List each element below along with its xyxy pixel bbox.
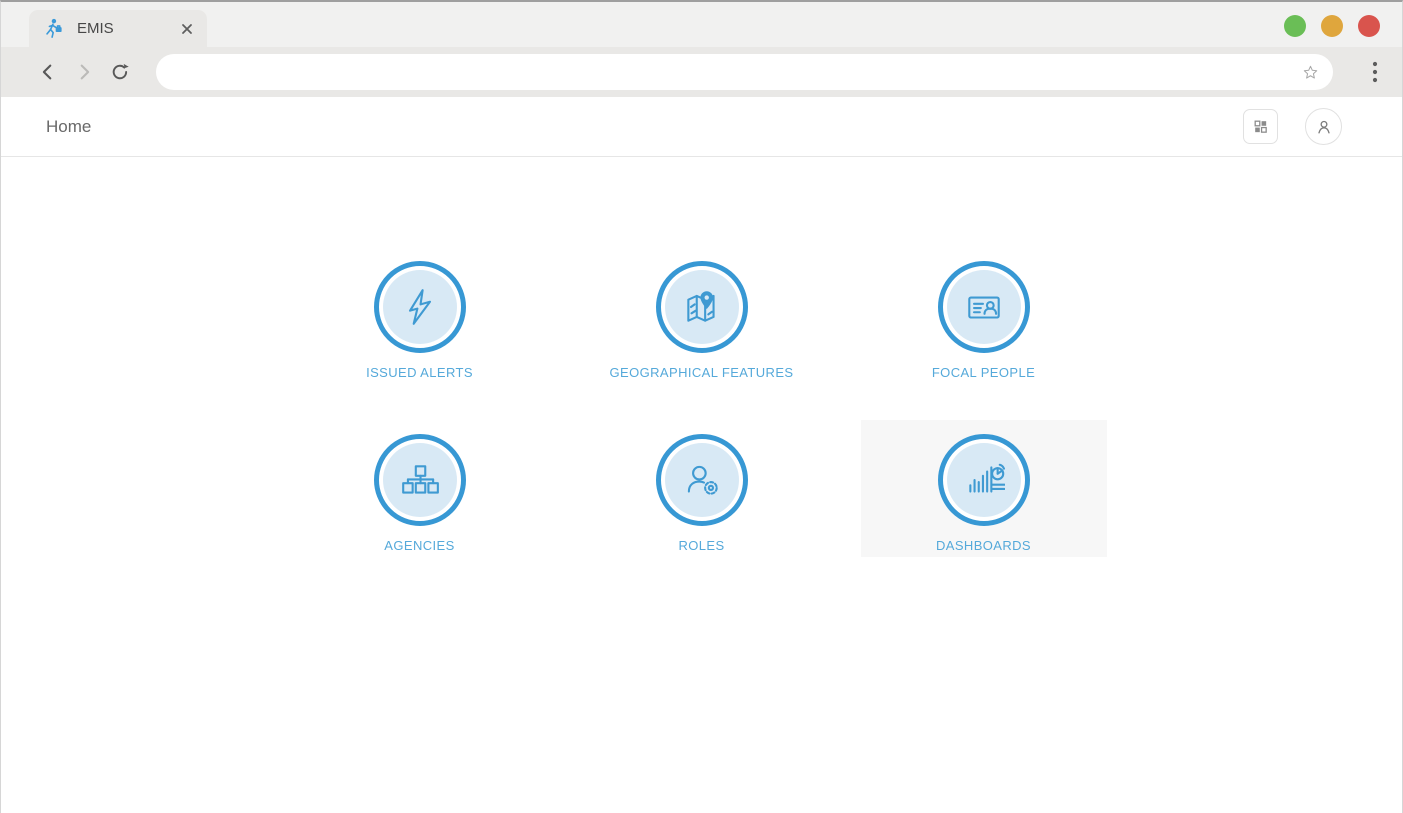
user-person-icon (1314, 117, 1334, 137)
amber-light-button[interactable] (1321, 15, 1343, 37)
page-title: Home (46, 117, 91, 137)
bar-pie-chart-icon (963, 459, 1005, 501)
tile-label: GEOGRAPHICAL FEATURES (610, 365, 794, 380)
org-chart-icon (399, 459, 441, 501)
tile-label: DASHBOARDS (936, 538, 1031, 553)
id-card-icon (963, 286, 1005, 328)
map-pin-icon (681, 286, 723, 328)
tab-emis[interactable]: EMIS (29, 10, 207, 47)
tile-circle (656, 434, 748, 526)
user-profile-button[interactable] (1305, 108, 1342, 145)
reload-icon (109, 61, 131, 83)
address-bar-input[interactable] (174, 64, 1297, 80)
tile-label: FOCAL PEOPLE (932, 365, 1035, 380)
tab-strip: EMIS (1, 2, 1402, 47)
user-gear-icon (681, 459, 723, 501)
kebab-menu-icon (1372, 60, 1378, 84)
tab-title: EMIS (77, 20, 179, 37)
window-controls (1284, 15, 1380, 37)
tile-label: AGENCIES (384, 538, 454, 553)
tile-focal-people[interactable]: FOCAL PEOPLE (861, 247, 1107, 384)
bookmark-star-icon[interactable] (1297, 59, 1323, 85)
browser-toolbar (1, 47, 1402, 97)
red-light-button[interactable] (1358, 15, 1380, 37)
tile-agencies[interactable]: AGENCIES (297, 420, 543, 557)
tile-label: ROLES (678, 538, 724, 553)
tile-roles[interactable]: ROLES (579, 420, 825, 557)
reload-button[interactable] (106, 58, 134, 86)
module-tile-grid: ISSUED ALERTS (297, 247, 1107, 557)
tile-issued-alerts[interactable]: ISSUED ALERTS (297, 247, 543, 384)
home-content: ISSUED ALERTS (1, 247, 1402, 813)
tile-label: ISSUED ALERTS (366, 365, 473, 380)
tile-circle (374, 261, 466, 353)
back-arrow-icon (37, 61, 59, 83)
tile-circle (938, 434, 1030, 526)
tile-dashboards[interactable]: DASHBOARDS (861, 420, 1107, 557)
browser-menu-button[interactable] (1363, 59, 1387, 85)
forward-button[interactable] (70, 58, 98, 86)
tile-geographical-features[interactable]: GEOGRAPHICAL FEATURES (579, 247, 825, 384)
apps-grid-icon (1252, 118, 1269, 135)
apps-grid-button[interactable] (1243, 109, 1278, 144)
address-bar[interactable] (156, 54, 1333, 90)
green-light-button[interactable] (1284, 15, 1306, 37)
tile-circle (374, 434, 466, 526)
forward-arrow-icon (73, 61, 95, 83)
emis-runner-favicon-icon (41, 17, 64, 40)
browser-window: EMIS (0, 0, 1403, 813)
tile-circle (938, 261, 1030, 353)
page-header: Home (1, 97, 1402, 157)
tab-close-icon[interactable] (179, 21, 195, 37)
header-actions (1243, 108, 1342, 145)
tile-circle (656, 261, 748, 353)
back-button[interactable] (34, 58, 62, 86)
lightning-bolt-icon (399, 286, 441, 328)
